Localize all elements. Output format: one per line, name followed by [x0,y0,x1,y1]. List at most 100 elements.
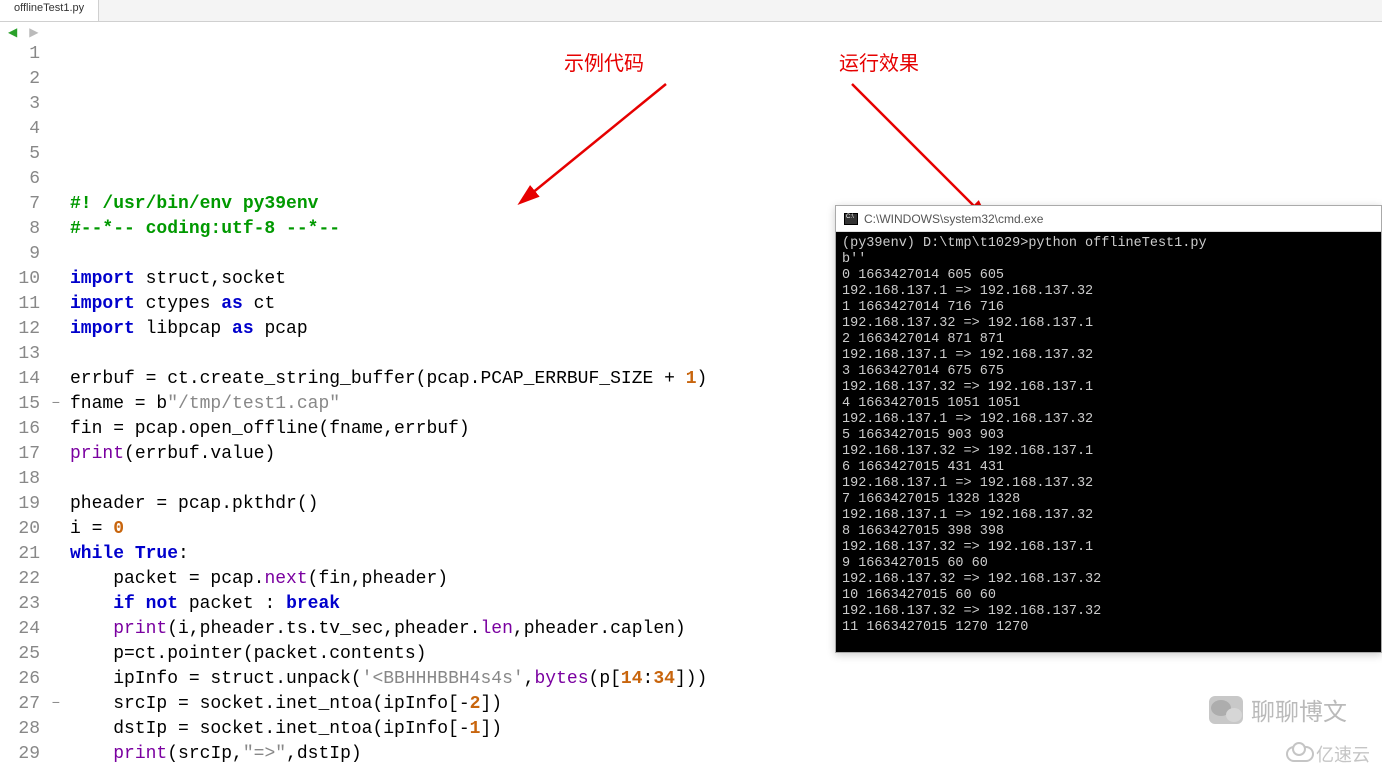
fold-marker[interactable] [48,192,64,217]
watermark-text-1: 聊聊博文 [1251,692,1347,727]
fold-marker[interactable] [48,367,64,392]
nav-forward-icon[interactable]: ▶ [29,25,38,40]
terminal-line: 9 1663427015 60 60 [842,556,1375,572]
fold-marker[interactable]: − [48,692,64,717]
line-number: 28 [0,717,40,742]
watermark-wechat: 聊聊博文 [1209,692,1347,727]
terminal-titlebar[interactable]: C:\WINDOWS\system32\cmd.exe [836,206,1381,232]
fold-marker[interactable] [48,267,64,292]
terminal-line: 192.168.137.32 => 192.168.137.1 [842,316,1375,332]
line-number: 19 [0,492,40,517]
terminal-line: 192.168.137.1 => 192.168.137.32 [842,476,1375,492]
line-number: 7 [0,192,40,217]
terminal-line: 8 1663427015 398 398 [842,524,1375,540]
terminal-line: 192.168.137.1 => 192.168.137.32 [842,412,1375,428]
file-tab[interactable]: offlineTest1.py [0,0,99,21]
fold-column: −− [48,42,64,777]
cmd-icon [844,213,858,225]
line-number: 26 [0,667,40,692]
fold-marker[interactable] [48,92,64,117]
terminal-line: (py39env) D:\tmp\t1029>python offlineTes… [842,236,1375,252]
code-line[interactable]: ipInfo = struct.unpack('<BBHHHBBH4s4s',b… [70,667,1382,692]
arrow-left-icon [516,74,686,224]
fold-marker[interactable] [48,742,64,767]
fold-marker[interactable] [48,42,64,67]
line-number: 15 [0,392,40,417]
fold-marker[interactable] [48,617,64,642]
fold-marker[interactable] [48,642,64,667]
terminal-line: 11 1663427015 1270 1270 [842,620,1375,636]
line-number: 29 [0,742,40,767]
line-number: 22 [0,567,40,592]
terminal-line: 5 1663427015 903 903 [842,428,1375,444]
line-number: 8 [0,217,40,242]
code-line[interactable] [70,767,1382,777]
line-number: 25 [0,642,40,667]
fold-marker[interactable] [48,442,64,467]
terminal-line: 192.168.137.1 => 192.168.137.32 [842,348,1375,364]
watermark-text-2: 亿速云 [1316,741,1370,767]
line-number: 23 [0,592,40,617]
fold-marker[interactable] [48,567,64,592]
fold-marker[interactable] [48,342,64,367]
terminal-line: 192.168.137.32 => 192.168.137.32 [842,572,1375,588]
tab-bar: offlineTest1.py [0,0,1382,22]
watermark-brand: 亿速云 [1286,741,1370,767]
line-number: 27 [0,692,40,717]
fold-marker[interactable] [48,317,64,342]
terminal-title: C:\WINDOWS\system32\cmd.exe [864,212,1043,226]
terminal-line: 192.168.137.32 => 192.168.137.32 [842,604,1375,620]
line-number: 14 [0,367,40,392]
fold-marker[interactable] [48,592,64,617]
line-number-gutter: 1234567891011121314151617181920212223242… [0,42,48,777]
line-number: 4 [0,117,40,142]
line-number: 21 [0,542,40,567]
line-number: 20 [0,517,40,542]
terminal-line: 10 1663427015 60 60 [842,588,1375,604]
line-number: 6 [0,167,40,192]
line-number: 16 [0,417,40,442]
terminal-line: 6 1663427015 431 431 [842,460,1375,476]
nav-back-icon[interactable]: ◀ [8,25,17,40]
code-line[interactable]: srcIp = socket.inet_ntoa(ipInfo[-2]) [70,692,1382,717]
code-line[interactable]: print(srcIp,"=>",dstIp) [70,742,1382,767]
terminal-line: 1 1663427014 716 716 [842,300,1375,316]
line-number: 17 [0,442,40,467]
line-number: 11 [0,292,40,317]
cloud-icon [1286,746,1312,762]
fold-marker[interactable] [48,67,64,92]
code-line[interactable]: dstIp = socket.inet_ntoa(ipInfo[-1]) [70,717,1382,742]
terminal-line: 192.168.137.32 => 192.168.137.1 [842,444,1375,460]
terminal-line: 192.168.137.32 => 192.168.137.1 [842,540,1375,556]
fold-marker[interactable] [48,467,64,492]
fold-marker[interactable] [48,717,64,742]
fold-marker[interactable] [48,517,64,542]
terminal-line: b'' [842,252,1375,268]
fold-marker[interactable] [48,667,64,692]
line-number: 3 [0,92,40,117]
line-number: 24 [0,617,40,642]
fold-marker[interactable]: − [48,392,64,417]
line-number: 13 [0,342,40,367]
terminal-line: 192.168.137.32 => 192.168.137.1 [842,380,1375,396]
line-number: 10 [0,267,40,292]
wechat-icon [1209,696,1243,724]
fold-marker[interactable] [48,292,64,317]
terminal-body[interactable]: (py39env) D:\tmp\t1029>python offlineTes… [836,232,1381,652]
line-number: 18 [0,467,40,492]
line-number: 2 [0,67,40,92]
line-number: 12 [0,317,40,342]
fold-marker[interactable] [48,142,64,167]
terminal-line: 7 1663427015 1328 1328 [842,492,1375,508]
line-number: 1 [0,42,40,67]
fold-marker[interactable] [48,417,64,442]
fold-marker[interactable] [48,542,64,567]
fold-marker[interactable] [48,242,64,267]
line-number: 5 [0,142,40,167]
fold-marker[interactable] [48,117,64,142]
terminal-line: 0 1663427014 605 605 [842,268,1375,284]
fold-marker[interactable] [48,492,64,517]
fold-marker[interactable] [48,217,64,242]
fold-marker[interactable] [48,167,64,192]
nav-row: ◀ ▶ [0,22,1382,42]
